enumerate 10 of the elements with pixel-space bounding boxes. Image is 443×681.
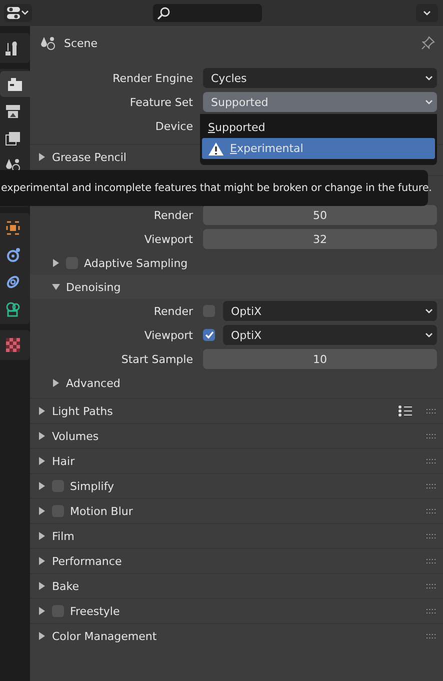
scene-title: Scene xyxy=(64,36,98,50)
field-label: Start Sample xyxy=(120,352,194,366)
field-label: Render Engine xyxy=(112,72,194,84)
tooltip-text: experimental and incomplete features that might be broken or change in the future. xyxy=(1,182,432,194)
field-label: Device xyxy=(154,120,194,132)
field-label: Viewport xyxy=(143,328,194,342)
field-label: Render xyxy=(152,304,194,318)
field-label: Viewport xyxy=(143,232,194,246)
field-label: Render xyxy=(152,208,194,222)
field-label: Feature Set xyxy=(128,96,194,108)
